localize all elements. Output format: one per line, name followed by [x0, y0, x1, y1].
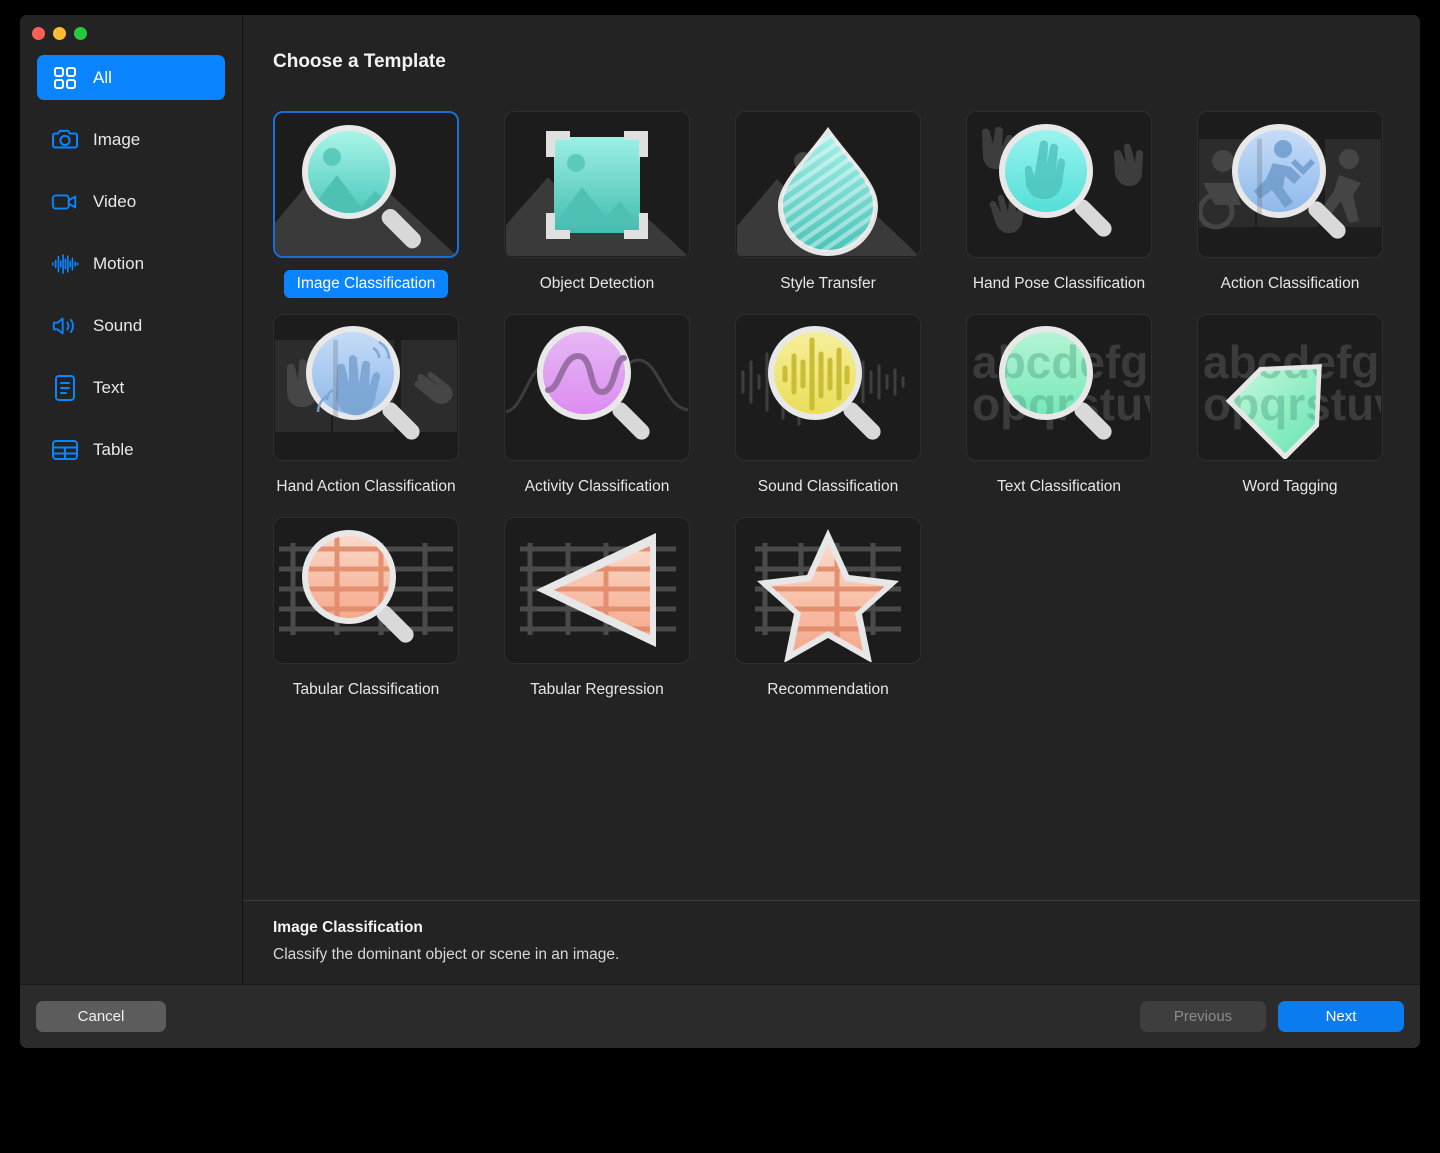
template-tile-object-detection[interactable]: Object Detection [504, 111, 690, 298]
template-grid: Image Classification [273, 111, 1390, 703]
waveform-icon [51, 250, 79, 278]
table-icon [51, 436, 79, 464]
camera-icon [51, 126, 79, 154]
template-label: Object Detection [527, 270, 668, 298]
new-project-window: All Image Video [20, 15, 1420, 1048]
template-label: Recommendation [754, 676, 901, 704]
tag-letters-icon: abcdefghi opqrstuvw abcdefghi opqrstuvw [1197, 314, 1383, 461]
template-tile-hand-action-classification[interactable]: Hand Action Classification [273, 314, 459, 501]
bracket-photo-icon [504, 111, 690, 258]
minimize-button[interactable] [53, 27, 66, 40]
magnifier-waveform-icon [735, 314, 921, 461]
sidebar-item-label: Text [93, 378, 124, 398]
sidebar-item-label: Image [93, 130, 140, 150]
magnifier-photo-icon [273, 111, 459, 258]
template-label: Activity Classification [512, 473, 683, 501]
sidebar-item-table[interactable]: Table [37, 427, 225, 472]
grid-icon [51, 64, 79, 92]
template-scroll-area: Choose a Template [243, 15, 1420, 900]
sidebar-item-all[interactable]: All [37, 55, 225, 100]
template-label: Tabular Regression [517, 676, 677, 704]
template-label: Action Classification [1208, 270, 1373, 298]
sidebar-item-image[interactable]: Image [37, 117, 225, 162]
close-button[interactable] [32, 27, 45, 40]
description-body: Classify the dominant object or scene in… [273, 946, 1390, 964]
sidebar-item-label: Video [93, 192, 136, 212]
cancel-button[interactable]: Cancel [36, 1001, 166, 1032]
sidebar-item-motion[interactable]: Motion [37, 241, 225, 286]
template-label: Tabular Classification [280, 676, 452, 704]
template-description: Image Classification Classify the domina… [243, 900, 1420, 984]
description-title: Image Classification [273, 919, 1390, 937]
template-tile-recommendation[interactable]: Recommendation [735, 517, 921, 704]
droplet-icon [735, 111, 921, 258]
document-icon [51, 374, 79, 402]
star-table-icon [735, 517, 921, 664]
template-label: Sound Classification [745, 473, 911, 501]
magnifier-runner-icon [1197, 111, 1383, 258]
sidebar: All Image Video [20, 15, 243, 984]
template-tile-image-classification[interactable]: Image Classification [273, 111, 459, 298]
speaker-icon [51, 312, 79, 340]
template-label: Hand Action Classification [263, 473, 468, 501]
window-controls[interactable] [32, 27, 87, 40]
previous-button[interactable]: Previous [1140, 1001, 1266, 1032]
dialog-footer: Cancel Previous Next [20, 984, 1420, 1048]
template-tile-style-transfer[interactable]: Style Transfer [735, 111, 921, 298]
template-label: Word Tagging [1229, 473, 1350, 501]
template-label: Hand Pose Classification [960, 270, 1158, 298]
sidebar-item-label: Table [93, 440, 134, 460]
main-panel: Choose a Template [243, 15, 1420, 984]
sidebar-item-label: All [93, 68, 112, 88]
magnifier-hand-pose-icon [966, 111, 1152, 258]
sidebar-item-sound[interactable]: Sound [37, 303, 225, 348]
template-tile-word-tagging[interactable]: abcdefghi opqrstuvw abcdefghi opqrstuvw [1197, 314, 1383, 501]
template-tile-tabular-regression[interactable]: Tabular Regression [504, 517, 690, 704]
template-label: Style Transfer [767, 270, 889, 298]
triangle-table-icon [504, 517, 690, 664]
sidebar-item-label: Sound [93, 316, 142, 336]
page-title: Choose a Template [273, 51, 1390, 73]
zoom-button[interactable] [74, 27, 87, 40]
template-tile-hand-pose-classification[interactable]: Hand Pose Classification [966, 111, 1152, 298]
magnifier-wave-hand-icon [273, 314, 459, 461]
sidebar-item-text[interactable]: Text [37, 365, 225, 410]
template-tile-sound-classification[interactable]: Sound Classification [735, 314, 921, 501]
next-button[interactable]: Next [1278, 1001, 1404, 1032]
sidebar-item-label: Motion [93, 254, 144, 274]
template-label: Text Classification [984, 473, 1134, 501]
magnifier-letters-icon: abcdefghi opqrstuvw abcdefghi opqrstuvw [966, 314, 1152, 461]
template-tile-action-classification[interactable]: Action Classification [1197, 111, 1383, 298]
magnifier-table-icon [273, 517, 459, 664]
template-tile-activity-classification[interactable]: Activity Classification [504, 314, 690, 501]
magnifier-curve-icon [504, 314, 690, 461]
template-tile-tabular-classification[interactable]: Tabular Classification [273, 517, 459, 704]
template-tile-text-classification[interactable]: abcdefghi opqrstuvw abcdefghi opqrstuvw [966, 314, 1152, 501]
template-label: Image Classification [284, 270, 449, 298]
video-icon [51, 188, 79, 216]
sidebar-item-video[interactable]: Video [37, 179, 225, 224]
